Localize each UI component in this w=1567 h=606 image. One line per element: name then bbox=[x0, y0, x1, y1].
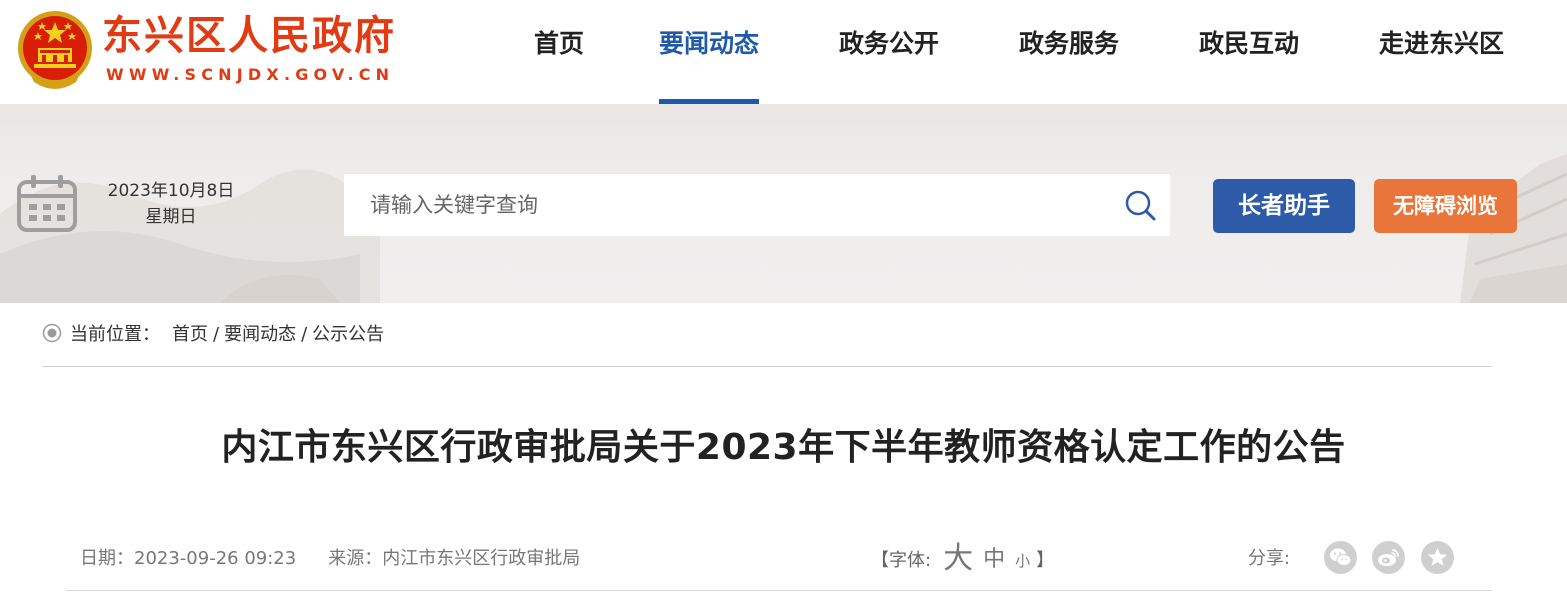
nav-label: 政民互动 bbox=[1199, 29, 1300, 58]
article-source: 内江市东兴区行政审批局 bbox=[382, 548, 581, 569]
wechat-share-button[interactable] bbox=[1324, 541, 1357, 574]
font-size-small[interactable]: 小 bbox=[1015, 552, 1030, 570]
nav-home[interactable]: 首页 bbox=[534, 0, 584, 104]
accessibility-button[interactable]: 无障碍浏览 bbox=[1374, 179, 1517, 233]
share-label: 分享: bbox=[1248, 548, 1291, 569]
wechat-icon bbox=[1330, 548, 1352, 566]
article-meta: 日期：2023-09-26 09:23 来源：内江市东兴区行政审批局 bbox=[80, 544, 580, 574]
font-size-large[interactable]: 大 bbox=[943, 541, 973, 576]
nav-label: 政务公开 bbox=[839, 29, 940, 58]
site-name: 东兴区人民政府 bbox=[102, 13, 396, 59]
current-date: 2023年10月8日 bbox=[107, 181, 235, 201]
date-label: 日期： bbox=[80, 548, 134, 569]
article-container: 当前位置： 首页 / 要闻动态 / 公示公告 内江市东兴区行政审批局关于2023年下半年教… bbox=[16, 303, 1518, 606]
font-size-label: 【字体: bbox=[871, 550, 932, 571]
nav-government-services[interactable]: 政务服务 bbox=[1019, 0, 1119, 104]
elder-assistant-button[interactable]: 长者助手 bbox=[1213, 179, 1355, 233]
location-dot-icon bbox=[42, 323, 62, 343]
nav-label: 首页 bbox=[534, 29, 585, 58]
breadcrumb-home[interactable]: 首页 bbox=[172, 324, 208, 345]
calendar-icon bbox=[17, 175, 77, 232]
site-url: WWW.SCNJDX.GOV.CN bbox=[106, 65, 395, 84]
divider bbox=[66, 590, 1492, 591]
weibo-share-button[interactable] bbox=[1372, 541, 1405, 574]
article-title: 内江市东兴区行政审批局关于2023年下半年教师资格认定工作的公告 bbox=[221, 427, 1346, 468]
breadcrumb-separator: / bbox=[301, 324, 308, 345]
font-size-control: 【字体: 大中小】 bbox=[871, 539, 1054, 579]
divider bbox=[42, 366, 1492, 367]
publish-date: 2023-09-26 09:23 bbox=[134, 548, 297, 569]
breadcrumb-prefix: 当前位置： bbox=[70, 324, 160, 345]
nav-about-dongxing[interactable]: 走进东兴区 bbox=[1379, 0, 1504, 104]
date-display: 2023年10月8日 星期日 bbox=[90, 178, 252, 230]
search-input[interactable] bbox=[344, 174, 1110, 236]
search-icon bbox=[1125, 190, 1156, 221]
breadcrumb-news[interactable]: 要闻动态 bbox=[224, 324, 296, 345]
font-size-medium[interactable]: 中 bbox=[983, 547, 1005, 572]
search-box bbox=[344, 174, 1170, 236]
nav-interaction[interactable]: 政民互动 bbox=[1199, 0, 1299, 104]
breadcrumb-notices[interactable]: 公示公告 bbox=[312, 324, 384, 345]
favorite-share-button[interactable] bbox=[1421, 541, 1454, 574]
breadcrumb-separator: / bbox=[213, 324, 220, 345]
breadcrumb: 当前位置： 首页 / 要闻动态 / 公示公告 bbox=[42, 321, 384, 349]
banner: 2023年10月8日 星期日 长者助手 无障碍浏览 bbox=[0, 104, 1567, 303]
star-icon bbox=[1428, 548, 1447, 566]
current-weekday: 星期日 bbox=[145, 207, 197, 227]
search-button[interactable] bbox=[1112, 174, 1170, 236]
source-label: 来源： bbox=[328, 548, 383, 569]
nav-government-affairs[interactable]: 政务公开 bbox=[839, 0, 939, 104]
nav-label: 要闻动态 bbox=[659, 29, 760, 58]
nav-news[interactable]: 要闻动态 bbox=[659, 0, 760, 104]
nav-label: 政务服务 bbox=[1019, 29, 1120, 58]
national-emblem-logo[interactable] bbox=[16, 8, 94, 92]
weibo-icon bbox=[1378, 549, 1399, 566]
site-header: 东兴区人民政府 WWW.SCNJDX.GOV.CN 首页 要闻动态 政务公开 政… bbox=[0, 0, 1567, 104]
nav-label: 走进东兴区 bbox=[1379, 29, 1505, 58]
font-size-close: 】 bbox=[1036, 550, 1055, 571]
